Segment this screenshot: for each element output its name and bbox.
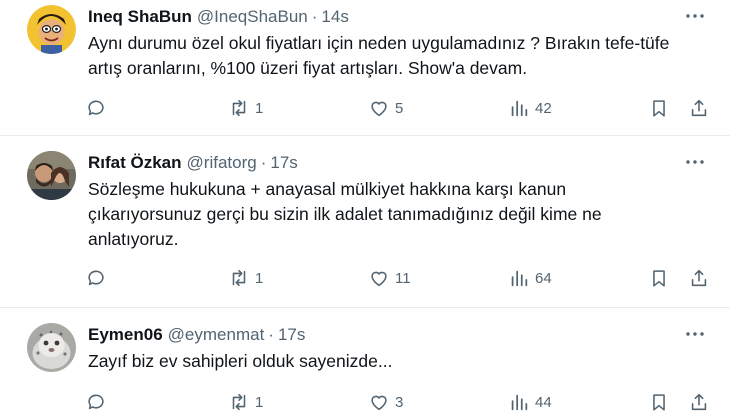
- repost-count: 1: [255, 269, 264, 287]
- share-button[interactable]: [688, 96, 710, 120]
- user-handle[interactable]: @rifatorg: [187, 153, 257, 173]
- analytics-icon: [511, 100, 528, 117]
- like-button[interactable]: 3: [368, 390, 403, 414]
- repost-icon: [232, 269, 246, 287]
- reply-icon: [88, 270, 104, 286]
- tweet[interactable]: Eymen06 @eymenmat · 17s Zayıf biz ev sah…: [0, 323, 730, 418]
- repost-button[interactable]: 1: [228, 266, 263, 290]
- reply-button[interactable]: [85, 96, 107, 120]
- like-button[interactable]: 11: [368, 266, 411, 290]
- repost-icon: [232, 393, 246, 411]
- reply-button[interactable]: [85, 390, 107, 414]
- view-count: 42: [535, 99, 552, 117]
- view-count: 44: [535, 393, 552, 411]
- more-options-icon[interactable]: [684, 155, 706, 167]
- like-count: 3: [395, 393, 404, 411]
- share-button[interactable]: [688, 390, 710, 414]
- avatar[interactable]: [27, 323, 76, 372]
- tweet-text: Aynı durumu özel okul fiyatları için ned…: [88, 33, 670, 78]
- analytics-icon: [511, 394, 528, 411]
- avatar[interactable]: [27, 5, 76, 54]
- heart-icon: [371, 101, 387, 117]
- heart-icon: [371, 395, 387, 411]
- repost-count: 1: [255, 99, 264, 117]
- heart-icon: [371, 271, 387, 287]
- reply-icon: [88, 100, 104, 116]
- bookmark-button[interactable]: [648, 96, 670, 120]
- like-count: 5: [395, 99, 404, 117]
- tweet-header: Eymen06 @eymenmat · 17s: [88, 323, 305, 347]
- bookmark-button[interactable]: [648, 266, 670, 290]
- separator-dot: ·: [268, 325, 274, 344]
- repost-count: 1: [255, 393, 264, 411]
- tweet-divider: [0, 135, 730, 136]
- bookmark-button[interactable]: [648, 390, 670, 414]
- display-name[interactable]: Rıfat Özkan: [88, 153, 182, 173]
- share-icon: [691, 393, 707, 411]
- user-handle[interactable]: @IneqShaBun: [197, 7, 308, 27]
- tweet-header: Ineq ShaBun @IneqShaBun · 14s: [88, 5, 349, 29]
- view-count: 64: [535, 269, 552, 287]
- share-icon: [691, 269, 707, 287]
- views-button[interactable]: 64: [508, 266, 552, 290]
- views-button[interactable]: 42: [508, 96, 552, 120]
- views-button[interactable]: 44: [508, 390, 552, 414]
- repost-icon: [232, 99, 246, 117]
- reply-icon: [88, 394, 104, 410]
- more-options-icon[interactable]: [684, 327, 706, 339]
- reply-button[interactable]: [85, 266, 107, 290]
- tweet-divider: [0, 307, 730, 308]
- bookmark-icon: [653, 100, 665, 117]
- avatar[interactable]: [27, 151, 76, 200]
- display-name[interactable]: Eymen06: [88, 325, 163, 345]
- timestamp[interactable]: 14s: [321, 7, 348, 27]
- user-handle[interactable]: @eymenmat: [168, 325, 265, 345]
- tweet-text: Zayıf biz ev sahipleri olduk sayenizde..…: [88, 351, 393, 371]
- tweet[interactable]: Rıfat Özkan @rifatorg · 17s Sözleşme huk…: [0, 151, 730, 291]
- bookmark-icon: [653, 394, 665, 411]
- more-options-icon[interactable]: [684, 9, 706, 21]
- separator-dot: ·: [311, 7, 318, 26]
- bookmark-icon: [653, 270, 665, 287]
- tweet[interactable]: Ineq ShaBun @IneqShaBun · 14s Aynı durum…: [0, 5, 730, 123]
- timestamp[interactable]: 17s: [278, 325, 305, 345]
- repost-button[interactable]: 1: [228, 96, 263, 120]
- like-count: 11: [395, 269, 411, 287]
- tweet-header: Rıfat Özkan @rifatorg · 17s: [88, 151, 298, 175]
- separator-dot: ·: [260, 153, 267, 172]
- tweet-actions: 1 11 64: [0, 266, 730, 290]
- timestamp[interactable]: 17s: [270, 153, 297, 173]
- share-button[interactable]: [688, 266, 710, 290]
- display-name[interactable]: Ineq ShaBun: [88, 7, 192, 27]
- tweet-actions: 1 5 42: [0, 96, 730, 120]
- analytics-icon: [511, 270, 528, 287]
- tweet-actions: 1 3 44: [0, 390, 730, 414]
- tweet-text: Sözleşme hukukuna + anayasal mülkiyet ha…: [88, 179, 602, 249]
- share-icon: [691, 99, 707, 117]
- repost-button[interactable]: 1: [228, 390, 263, 414]
- like-button[interactable]: 5: [368, 96, 403, 120]
